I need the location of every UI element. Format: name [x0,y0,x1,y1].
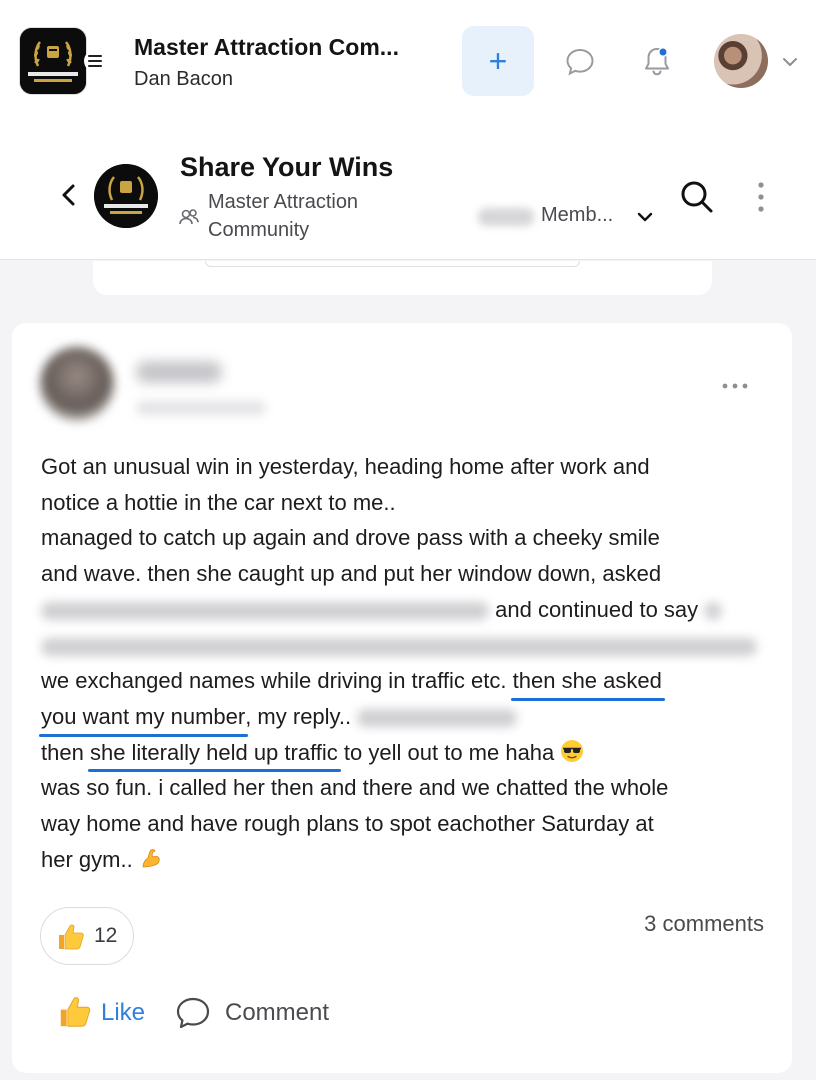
members-dropdown[interactable]: Memb... [541,204,613,227]
user-avatar[interactable] [714,34,768,88]
group-members-icon [178,206,200,228]
comment-icon [176,997,210,1029]
redacted-text [41,637,757,656]
group-logo [94,164,158,228]
redacted-text [357,709,518,727]
highlighted-text: you want my number [38,699,249,737]
app-title[interactable]: Master Attraction Com... [134,34,434,61]
comment-label: Comment [225,999,330,1026]
highlighted-text: then she asked [510,663,666,701]
reaction-count: 12 [94,924,118,947]
search-icon[interactable] [678,178,716,216]
author-name-redacted [136,361,222,383]
post-text-line: way home and have rough plans to spot ea… [41,810,654,836]
post-card: Got an unusual win in yesterday, heading… [12,323,792,1073]
post-text-line: we exchanged names while driving in traf… [41,668,507,694]
post-text-line: , my reply.. [245,703,352,729]
post-text-line: Got an unusual win in yesterday, heading… [41,454,650,479]
post-text-line: managed to catch up again and drove pass… [41,525,660,551]
post-text-line: and wave. then she caught up and put her… [41,561,662,587]
like-label: Like [101,999,146,1026]
notification-dot [658,47,668,57]
more-horizontal-icon[interactable] [720,379,750,393]
redacted-text [704,601,723,620]
members-count-redacted [478,208,534,226]
thumbs-up-icon [59,924,84,950]
laurel-crest-logo-icon [20,28,86,94]
menu-icon[interactable] [84,50,106,72]
highlighted-text: she literally held up traffic [87,735,341,772]
post-text-line: then [41,739,84,765]
back-icon[interactable] [56,182,82,208]
group-header: Share Your Wins Master Attraction Commun… [0,122,816,260]
create-button[interactable]: + [462,26,534,96]
laurel-crest-logo-icon [94,164,158,228]
group-title: Share Your Wins [180,152,394,182]
post-body: Got an unusual win in yesterday, heading… [38,449,781,877]
community-name[interactable]: Master Attraction Community [208,188,408,244]
community-logo[interactable] [20,28,86,94]
author-avatar[interactable] [40,347,114,421]
post-composer[interactable] [93,261,712,295]
post-text-line: was so fun. i called her then and there … [41,775,669,801]
plus-icon: + [488,43,508,79]
thumbs-up-icon [60,997,91,1027]
chevron-down-icon[interactable] [780,52,800,72]
bell-icon[interactable] [636,40,678,82]
more-vertical-icon[interactable] [752,180,770,214]
comments-count[interactable]: 3 comments [644,911,764,937]
chevron-down-icon[interactable] [634,206,656,228]
post-text-line: and continued to say [495,596,699,622]
reactions-summary[interactable]: 12 [40,907,134,965]
post-text-line: notice a hottie in the car next to me.. [41,489,396,515]
flexed-biceps-emoji-icon [142,848,160,867]
chat-icon[interactable] [560,42,600,82]
comment-button[interactable]: Comment [174,991,354,1033]
post-text-line: her gym.. [41,846,133,872]
post-text-line: to yell out to me haha [343,739,555,765]
sunglasses-emoji-icon [561,739,584,762]
redacted-text [41,601,489,620]
current-user-name: Dan Bacon [134,68,233,90]
top-app-bar: Master Attraction Com... Dan Bacon + [0,0,816,122]
post-time-redacted [136,401,266,415]
